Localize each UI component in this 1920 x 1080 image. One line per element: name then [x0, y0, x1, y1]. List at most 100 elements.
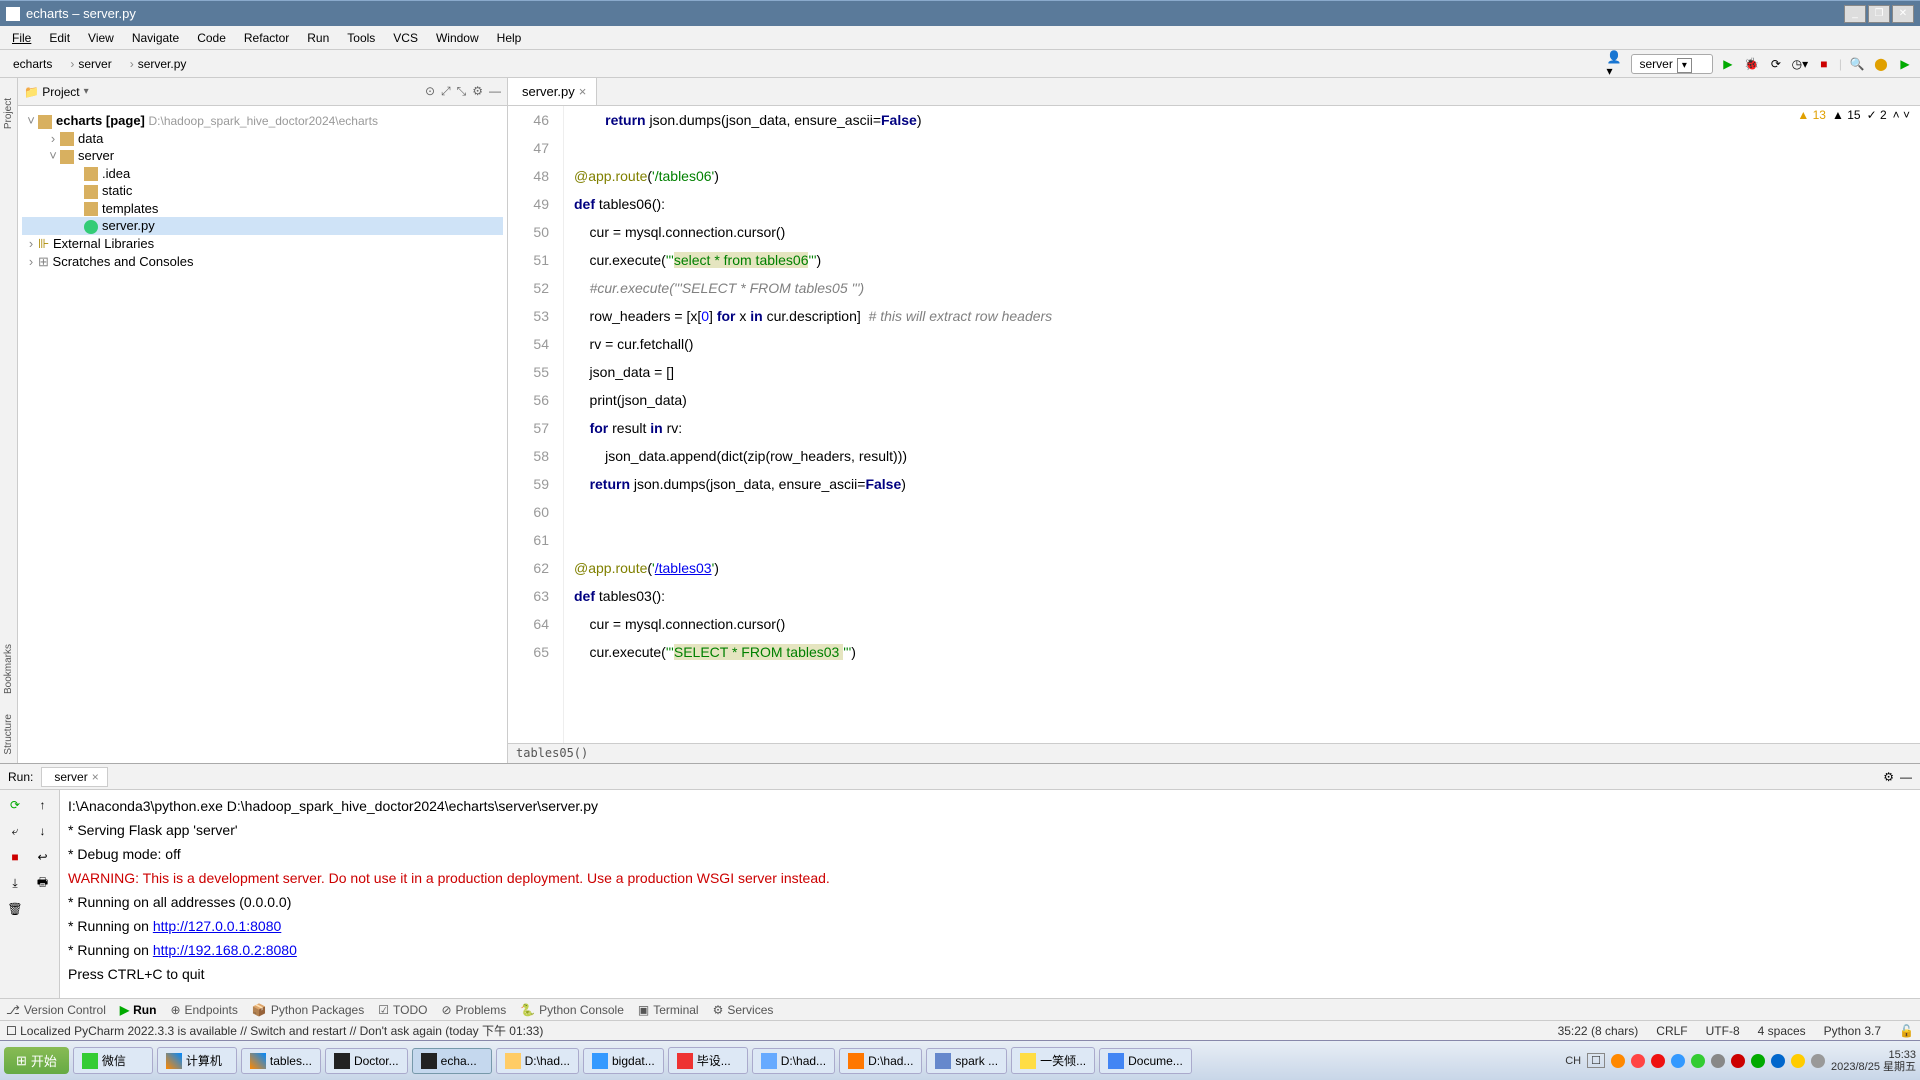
taskbar-item[interactable]: 计算机: [157, 1047, 237, 1074]
tray-icon[interactable]: [1691, 1054, 1705, 1068]
menu-view[interactable]: View: [80, 29, 122, 47]
soft-wrap-icon[interactable]: ↩: [32, 846, 54, 868]
run-settings-icon[interactable]: ⚙: [1883, 770, 1894, 784]
stop-button[interactable]: ■: [1815, 55, 1833, 73]
close-button[interactable]: ✕: [1892, 5, 1914, 23]
tab-run[interactable]: ▶ Run: [120, 1003, 157, 1017]
breadcrumb-file[interactable]: server.py: [119, 54, 194, 74]
collapse-all-icon[interactable]: ⤡: [457, 84, 467, 99]
menu-help[interactable]: Help: [489, 29, 530, 47]
taskbar-item[interactable]: 一笑倾...: [1011, 1047, 1095, 1074]
attach-debug-icon[interactable]: ⤶: [4, 820, 26, 842]
system-tray[interactable]: CH ☐ 15:33 2023/8/25 星期五: [1565, 1049, 1916, 1073]
taskbar-item[interactable]: Doctor...: [325, 1048, 408, 1074]
taskbar-item[interactable]: tables...: [241, 1048, 321, 1074]
rerun-button[interactable]: ⟳: [4, 794, 26, 816]
print-icon[interactable]: 🖶: [32, 872, 54, 894]
tray-icon[interactable]: [1751, 1054, 1765, 1068]
hide-icon[interactable]: —: [489, 84, 501, 99]
menu-refactor[interactable]: Refactor: [236, 29, 297, 47]
menu-run[interactable]: Run: [299, 29, 337, 47]
tray-icon[interactable]: [1811, 1054, 1825, 1068]
file-encoding[interactable]: UTF-8: [1706, 1024, 1740, 1038]
structure-toolwindow-button[interactable]: Structure: [3, 714, 14, 755]
taskbar-item[interactable]: D:\had...: [839, 1048, 922, 1074]
back-icon[interactable]: ▶: [1896, 55, 1914, 73]
inspection-widget[interactable]: ▲ 13 ▲ 15 ✓ 2 ˄ ˅: [1797, 108, 1910, 122]
menu-window[interactable]: Window: [428, 29, 487, 47]
run-config-select[interactable]: server▾: [1631, 54, 1713, 74]
up-stack-icon[interactable]: ↑: [32, 794, 54, 816]
menu-navigate[interactable]: Navigate: [124, 29, 187, 47]
taskbar-item[interactable]: D:\had...: [496, 1048, 579, 1074]
minimize-button[interactable]: _: [1844, 5, 1866, 23]
stop-run-button[interactable]: ■: [4, 846, 26, 868]
breadcrumb-root[interactable]: echarts: [6, 54, 59, 74]
project-header[interactable]: 📁 Project▾ ⊙ ⤢ ⤡ ⚙ —: [18, 78, 507, 106]
maximize-button[interactable]: ❐: [1868, 5, 1890, 23]
ime-indicator[interactable]: CH: [1565, 1055, 1581, 1067]
tray-icon[interactable]: [1671, 1054, 1685, 1068]
taskbar-clock[interactable]: 15:33 2023/8/25 星期五: [1831, 1049, 1916, 1073]
tab-terminal[interactable]: ▣ Terminal: [638, 1003, 699, 1017]
select-opened-icon[interactable]: ⊙: [425, 84, 435, 99]
search-everywhere-icon[interactable]: 🔍: [1848, 55, 1866, 73]
taskbar-item[interactable]: Docume...: [1099, 1048, 1192, 1074]
code-breadcrumb[interactable]: tables05(): [508, 743, 1920, 763]
tab-todo[interactable]: ☑ TODO: [378, 1003, 427, 1017]
run-button[interactable]: ▶: [1719, 55, 1737, 73]
breadcrumb-folder[interactable]: server: [59, 54, 118, 74]
bookmarks-toolwindow-button[interactable]: Bookmarks: [3, 644, 14, 694]
add-user-icon[interactable]: 👤▾: [1607, 55, 1625, 73]
menu-vcs[interactable]: VCS: [385, 29, 426, 47]
tab-services[interactable]: ⚙ Services: [713, 1003, 774, 1017]
taskbar-item[interactable]: spark ...: [926, 1048, 1007, 1074]
menu-file[interactable]: File: [4, 29, 39, 47]
interpreter[interactable]: Python 3.7: [1824, 1024, 1881, 1038]
readonly-lock-icon[interactable]: 🔓: [1899, 1024, 1914, 1038]
taskbar-item[interactable]: 微信: [73, 1047, 153, 1074]
tray-icon[interactable]: [1651, 1054, 1665, 1068]
menu-tools[interactable]: Tools: [339, 29, 383, 47]
menu-edit[interactable]: Edit: [41, 29, 78, 47]
console-output[interactable]: I:\Anaconda3\python.exe D:\hadoop_spark_…: [60, 790, 1920, 998]
taskbar-item-active[interactable]: echa...: [412, 1048, 492, 1074]
run-hide-icon[interactable]: —: [1900, 770, 1912, 784]
down-stack-icon[interactable]: ↓: [32, 820, 54, 842]
tab-endpoints[interactable]: ⊕ Endpoints: [170, 1003, 237, 1017]
tab-server-py[interactable]: server.py×: [508, 78, 597, 105]
tree-file-server-py[interactable]: server.py: [22, 217, 503, 235]
settings-icon[interactable]: ⚙: [472, 84, 483, 99]
line-separator[interactable]: CRLF: [1656, 1024, 1687, 1038]
tab-python-console[interactable]: 🐍 Python Console: [520, 1003, 624, 1017]
debug-button[interactable]: 🐞: [1743, 55, 1761, 73]
profile-button[interactable]: ◷▾: [1791, 55, 1809, 73]
ide-updates-icon[interactable]: ⬤: [1872, 55, 1890, 73]
menu-code[interactable]: Code: [189, 29, 234, 47]
coverage-button[interactable]: ⟳: [1767, 55, 1785, 73]
tab-problems[interactable]: ⊘ Problems: [441, 1003, 506, 1017]
console-link-lan[interactable]: http://192.168.0.2:8080: [153, 942, 297, 958]
project-tree[interactable]: ˅echarts [page] D:\hadoop_spark_hive_doc…: [18, 106, 507, 277]
run-tab-server[interactable]: server ×: [41, 767, 107, 787]
project-toolwindow-button[interactable]: Project: [3, 98, 14, 129]
scroll-end-icon[interactable]: ⤓: [4, 872, 26, 894]
clear-icon[interactable]: 🗑: [4, 898, 26, 920]
console-link-localhost[interactable]: http://127.0.0.1:8080: [153, 918, 281, 934]
tray-icon[interactable]: [1771, 1054, 1785, 1068]
status-message[interactable]: Localized PyCharm 2022.3.3 is available …: [17, 1022, 1540, 1039]
start-button[interactable]: ⊞ 开始: [4, 1047, 69, 1074]
tray-icon[interactable]: [1611, 1054, 1625, 1068]
tab-python-packages[interactable]: 📦 Python Packages: [252, 1003, 364, 1017]
tray-icon[interactable]: [1711, 1054, 1725, 1068]
close-tab-icon[interactable]: ×: [579, 84, 587, 99]
line-gutter[interactable]: 4647484950515253545556575859606162636465: [508, 106, 564, 743]
expand-all-icon[interactable]: ⤢: [441, 84, 451, 99]
caret-position[interactable]: 35:22 (8 chars): [1558, 1024, 1639, 1038]
indent-setting[interactable]: 4 spaces: [1758, 1024, 1806, 1038]
code-area[interactable]: return json.dumps(json_data, ensure_asci…: [564, 106, 1920, 743]
tray-icon[interactable]: [1631, 1054, 1645, 1068]
tray-icon[interactable]: [1791, 1054, 1805, 1068]
taskbar-item[interactable]: bigdat...: [583, 1048, 664, 1074]
taskbar-item[interactable]: D:\had...: [752, 1048, 835, 1074]
